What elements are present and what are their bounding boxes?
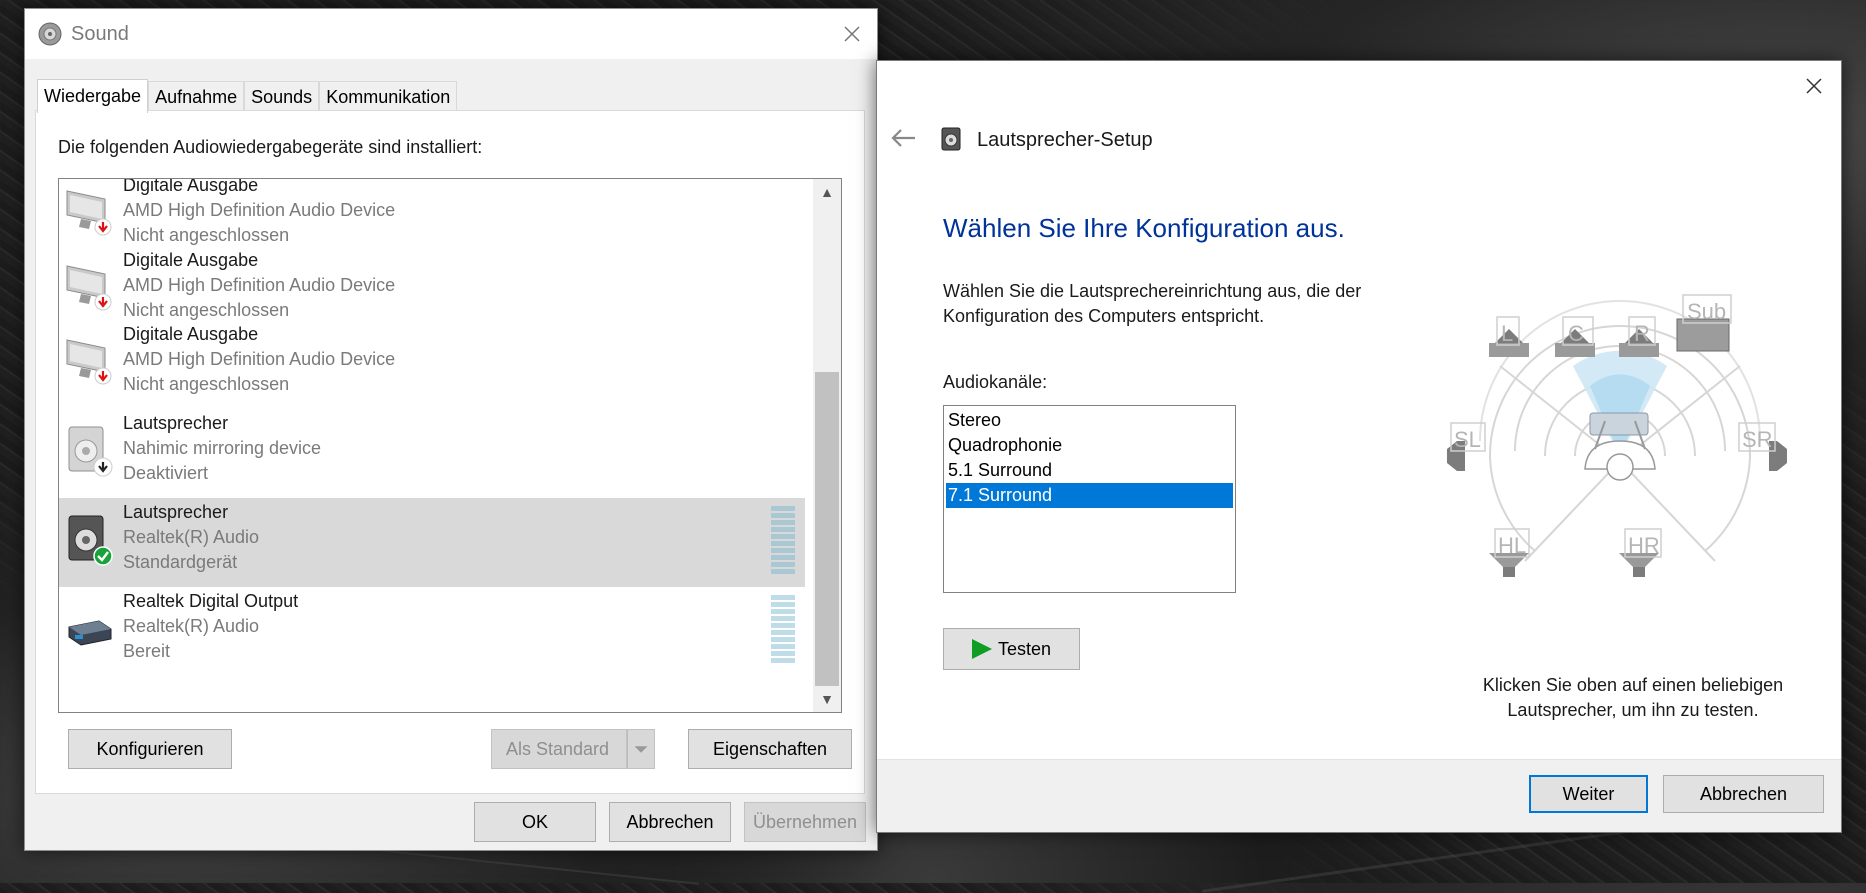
audio-channels-list[interactable]: Stereo Quadrophonie 5.1 Surround 7.1 Sur… (943, 405, 1236, 593)
intro-text: Die folgenden Audiowiedergabegeräte sind… (58, 137, 483, 157)
configure-button[interactable]: Konfigurieren (68, 729, 232, 769)
volume-meter (771, 506, 795, 576)
list-item-selected[interactable]: Lautsprecher Realtek(R) Audio Standardge… (59, 498, 805, 587)
device-description: Realtek(R) Audio (123, 527, 260, 547)
close-icon[interactable] (837, 19, 867, 49)
device-status: Standardgerät (123, 552, 238, 572)
device-status: Deaktiviert (123, 463, 209, 483)
set-default-button[interactable]: Als Standard (491, 729, 627, 769)
speaker-default-icon (68, 515, 113, 566)
next-button[interactable]: Weiter (1529, 775, 1648, 813)
chevron-down-icon[interactable]: ▼ (813, 686, 841, 712)
device-description: AMD High Definition Audio Device (123, 200, 396, 220)
tab-communication[interactable]: Kommunikation (319, 81, 458, 113)
speaker-label-center: C (1568, 321, 1584, 346)
channels-label: Audiokanäle: (943, 372, 1048, 392)
apply-button[interactable]: Übernehmen (744, 802, 866, 842)
playback-panel: Die folgenden Audiowiedergabegeräte sind… (35, 110, 865, 794)
device-name: Digitale Ausgabe (123, 250, 259, 270)
list-item[interactable]: Lautsprecher Nahimic mirroring device De… (59, 409, 805, 498)
monitor-disconnected-icon (66, 190, 112, 236)
channel-option-7-1[interactable]: 7.1 Surround (946, 483, 1233, 508)
scrollbar[interactable]: ▲ ▼ (813, 179, 841, 712)
speaker-label-rear-left: HL (1498, 533, 1526, 558)
test-button[interactable]: Testen (943, 628, 1080, 670)
sound-speaker-icon (38, 22, 62, 46)
device-name: Digitale Ausgabe (123, 178, 259, 195)
volume-meter (771, 595, 795, 665)
device-name: Realtek Digital Output (123, 591, 299, 611)
title-bar[interactable]: Sound (25, 9, 877, 59)
speaker-layout-diagram: L C R Sub SL SR HL HR (1447, 294, 1787, 577)
speaker-label-subwoofer: Sub (1687, 299, 1726, 324)
scrollbar-thumb[interactable] (815, 372, 839, 686)
channel-option-5-1[interactable]: 5.1 Surround (946, 458, 1233, 483)
play-icon (972, 639, 992, 659)
back-arrow-icon[interactable] (889, 126, 917, 150)
test-hint: Klicken Sie oben auf einen beliebigen La… (1482, 675, 1784, 720)
channel-option-quadrophonie[interactable]: Quadrophonie (946, 433, 1233, 458)
tab-bar: Wiedergabe Aufnahme Sounds Kommunikation (37, 79, 458, 113)
tab-recording[interactable]: Aufnahme (148, 81, 245, 113)
speaker-label-front-right: R (1634, 321, 1650, 346)
tab-playback[interactable]: Wiedergabe (37, 79, 149, 113)
tab-sounds[interactable]: Sounds (244, 81, 320, 113)
cancel-button[interactable]: Abbrechen (609, 802, 731, 842)
device-status: Nicht angeschlossen (123, 225, 290, 245)
device-status: Nicht angeschlossen (123, 300, 290, 320)
device-description: Realtek(R) Audio (123, 616, 260, 636)
window-title: Sound (71, 23, 129, 45)
close-icon[interactable] (1799, 71, 1829, 101)
speaker-setup-wizard: Lautsprecher-Setup Wählen Sie Ihre Konfi… (876, 60, 1842, 833)
monitor-disconnected-icon (66, 265, 112, 311)
speaker-icon (941, 127, 961, 151)
speaker-label-side-right: SR (1742, 427, 1773, 452)
speaker-disabled-icon (68, 426, 113, 477)
monitor-disconnected-icon (66, 339, 112, 385)
device-status: Bereit (123, 641, 171, 661)
wizard-footer: Weiter Abbrechen (877, 759, 1841, 832)
test-button-label: Testen (998, 639, 1052, 659)
speaker-label-rear-right: HR (1628, 533, 1660, 558)
chevron-down-icon (634, 746, 648, 753)
device-name: Lautsprecher (123, 502, 229, 522)
channel-option-stereo[interactable]: Stereo (946, 408, 1233, 433)
device-status: Nicht angeschlossen (123, 374, 290, 394)
digital-output-icon (68, 620, 112, 646)
sound-dialog: Sound Wiedergabe Aufnahme Sounds Kommuni… (24, 8, 878, 851)
cancel-button[interactable]: Abbrechen (1663, 775, 1824, 813)
ok-button[interactable]: OK (474, 802, 596, 842)
speaker-label-side-left: SL (1454, 427, 1481, 452)
wizard-description: Wählen Sie die Lautsprechereinrichtung a… (943, 281, 1362, 326)
list-item[interactable]: Realtek Digital Output Realtek(R) Audio … (59, 587, 805, 676)
device-name: Digitale Ausgabe (123, 324, 259, 344)
wizard-title: Lautsprecher-Setup (977, 129, 1153, 151)
chevron-up-icon[interactable]: ▲ (813, 179, 841, 205)
device-description: AMD High Definition Audio Device (123, 349, 396, 369)
listener-icon (1584, 412, 1656, 481)
device-name: Lautsprecher (123, 413, 229, 433)
page-heading: Wählen Sie Ihre Konfiguration aus. (943, 213, 1345, 243)
speaker-label-front-left: L (1501, 321, 1513, 346)
list-item[interactable]: Digitale Ausgabe AMD High Definition Aud… (59, 320, 805, 409)
properties-button[interactable]: Eigenschaften (688, 729, 852, 769)
device-description: Nahimic mirroring device (123, 438, 322, 458)
device-description: AMD High Definition Audio Device (123, 275, 396, 295)
device-list[interactable]: Digitale Ausgabe AMD High Definition Aud… (58, 178, 842, 713)
set-default-dropdown[interactable] (627, 729, 655, 769)
